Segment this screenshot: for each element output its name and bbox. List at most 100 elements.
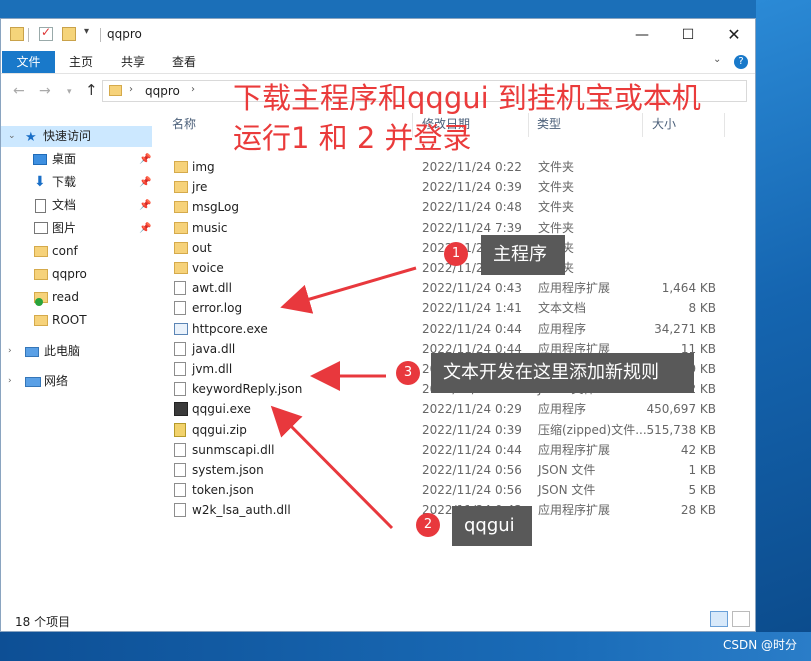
pin-icon[interactable]: 📌 xyxy=(139,218,151,239)
file-row[interactable]: msgLog 2022/11/24 0:48 文件夹 xyxy=(161,197,731,217)
pin-icon[interactable]: 📌 xyxy=(139,195,151,216)
up-arrow-icon[interactable]: ↑ xyxy=(85,81,98,99)
recent-locations-icon[interactable]: ▾ xyxy=(67,87,72,97)
file-row[interactable]: sunmscapi.dll 2022/11/24 0:44 应用程序扩展 42 KB xyxy=(161,440,731,460)
new-folder-icon[interactable] xyxy=(62,27,76,41)
close-button[interactable]: ✕ xyxy=(711,19,757,51)
pin-icon[interactable]: 📌 xyxy=(139,149,151,170)
file-row[interactable]: qqgui.zip 2022/11/24 0:39 压缩(zipped)文件... 5… xyxy=(161,420,731,440)
file-row[interactable]: jre 2022/11/24 0:39 文件夹 xyxy=(161,177,731,197)
file-name: java.dll xyxy=(192,341,236,356)
file-row[interactable]: img 2022/11/24 0:22 文件夹 xyxy=(161,157,731,177)
file-row[interactable]: token.json 2022/11/24 0:56 JSON 文件 5 KB xyxy=(161,480,731,500)
chevron-down-icon[interactable]: ⌄ xyxy=(713,54,721,65)
sidebar-item-label: 文档 xyxy=(52,198,77,212)
zip-icon xyxy=(174,422,186,437)
tab-file[interactable]: 文件 xyxy=(2,51,55,73)
file-type: 文件夹 xyxy=(538,160,575,174)
sidebar-item-downloads[interactable]: ⬇ 下载 📌 xyxy=(1,172,152,193)
file-icon xyxy=(174,483,186,498)
sidebar-item-this-pc[interactable]: › 此电脑 xyxy=(1,341,152,362)
file-date: 2022/11/24 1:41 xyxy=(422,301,522,316)
tab-share[interactable]: 共享 xyxy=(113,51,153,73)
sidebar-item-network[interactable]: › 网络 xyxy=(1,371,152,392)
file-type: JSON 文件 xyxy=(538,463,596,477)
chevron-right-icon[interactable]: › xyxy=(129,84,133,95)
ribbon-tabs: 文件 主页 共享 查看 ⌄ ? xyxy=(1,51,755,74)
folder-icon xyxy=(109,85,122,96)
folder-icon xyxy=(34,246,48,257)
file-name: jre xyxy=(192,180,208,195)
file-icon xyxy=(174,362,186,376)
large-icons-view-button[interactable] xyxy=(732,611,750,627)
window-title: qqpro xyxy=(107,27,142,41)
help-icon[interactable]: ? xyxy=(734,55,748,69)
folder-icon xyxy=(10,27,24,41)
folder-icon xyxy=(34,269,48,280)
sidebar-item-desktop[interactable]: 桌面 📌 xyxy=(1,149,152,170)
file-row[interactable]: system.json 2022/11/24 0:56 JSON 文件 1 KB xyxy=(161,460,731,480)
chevron-right-icon[interactable]: › xyxy=(8,341,12,362)
folder-icon xyxy=(174,181,188,194)
tab-home[interactable]: 主页 xyxy=(61,51,101,73)
file-icon xyxy=(174,301,186,316)
customize-toolbar-icon[interactable]: ▾ xyxy=(84,26,89,37)
desktop-background xyxy=(756,0,811,661)
file-row[interactable]: w2k_lsa_auth.dll2022/11/24 0:43应用程序扩展28 … xyxy=(161,500,731,520)
file-icon xyxy=(174,463,186,477)
sidebar-item-quick-access[interactable]: ⌄ ★ 快速访问 xyxy=(1,126,152,147)
chevron-right-icon[interactable]: › xyxy=(8,371,12,392)
sidebar-item-conf[interactable]: conf xyxy=(1,241,152,262)
file-size: 34,271 KB xyxy=(654,321,716,336)
sidebar-item-label: read xyxy=(52,290,80,304)
file-size: 1 KB xyxy=(688,463,716,477)
file-row[interactable]: music 2022/11/24 7:39 文件夹 xyxy=(161,218,731,238)
file-row[interactable]: httpcore.exe 2022/11/24 0:44 应用程序 34,271 KB xyxy=(161,319,731,339)
maximize-button[interactable]: ☐ xyxy=(665,19,711,51)
file-type: 应用程序扩展 xyxy=(538,281,611,296)
chevron-down-icon[interactable]: ⌄ xyxy=(8,126,16,147)
sidebar-item-label: 下载 xyxy=(52,175,77,189)
file-row[interactable]: awt.dll 2022/11/24 0:43 应用程序扩展 1,464 KB xyxy=(161,278,731,298)
file-type: 应用程序 xyxy=(538,321,587,336)
file-name: music xyxy=(192,220,228,235)
details-view-button[interactable] xyxy=(710,611,728,627)
sidebar-item-label: conf xyxy=(52,244,78,258)
file-name: img xyxy=(192,160,215,174)
sidebar-item-pictures[interactable]: 图片 📌 xyxy=(1,218,152,239)
executable-icon xyxy=(174,322,188,335)
column-header-name[interactable]: 名称 xyxy=(172,113,196,137)
sidebar-item-label: 图片 xyxy=(52,221,77,235)
sidebar-item-read[interactable]: read xyxy=(1,287,152,308)
file-row[interactable]: qqgui.exe 2022/11/24 0:29 应用程序 450,697 KB xyxy=(161,399,731,419)
navigation-pane: ⌄ ★ 快速访问 桌面 📌 ⬇ 下载 📌 文档 📌 图片 📌 conf qqpr… xyxy=(1,123,158,603)
file-size: 42 KB xyxy=(680,442,716,457)
file-date: 2022/11/24 0:39 xyxy=(422,422,522,437)
callout-main-program: 主程序 xyxy=(481,235,565,275)
sync-status-icon xyxy=(35,298,43,306)
pin-icon[interactable]: 📌 xyxy=(139,172,151,193)
tab-view[interactable]: 查看 xyxy=(164,51,204,73)
file-type: 应用程序扩展 xyxy=(538,503,611,518)
sidebar-item-label: 网络 xyxy=(44,374,69,388)
sidebar-item-qqpro[interactable]: qqpro xyxy=(1,264,152,285)
breadcrumb[interactable]: qqpro xyxy=(145,84,180,98)
forward-arrow-icon[interactable]: → xyxy=(39,83,51,99)
file-name: qqgui.zip xyxy=(192,422,247,437)
column-divider[interactable] xyxy=(724,113,725,137)
sidebar-item-label: 此电脑 xyxy=(44,344,81,358)
file-size: 450,697 KB xyxy=(646,402,716,417)
desktop-icon xyxy=(33,154,47,165)
folder-icon xyxy=(34,315,48,326)
sidebar-item-documents[interactable]: 文档 📌 xyxy=(1,195,152,216)
properties-icon[interactable] xyxy=(39,25,53,41)
back-arrow-icon[interactable]: ← xyxy=(13,83,25,99)
watermark: CSDN @时分 xyxy=(722,638,797,652)
sidebar-item-root[interactable]: ROOT xyxy=(1,310,152,331)
file-icon xyxy=(174,341,186,356)
chevron-right-icon[interactable]: › xyxy=(191,84,195,95)
file-row[interactable]: error.log 2022/11/24 1:41 文本文档 8 KB xyxy=(161,298,731,318)
minimize-button[interactable]: — xyxy=(619,19,665,51)
file-size: 1,464 KB xyxy=(661,281,716,296)
star-icon: ★ xyxy=(25,130,37,145)
